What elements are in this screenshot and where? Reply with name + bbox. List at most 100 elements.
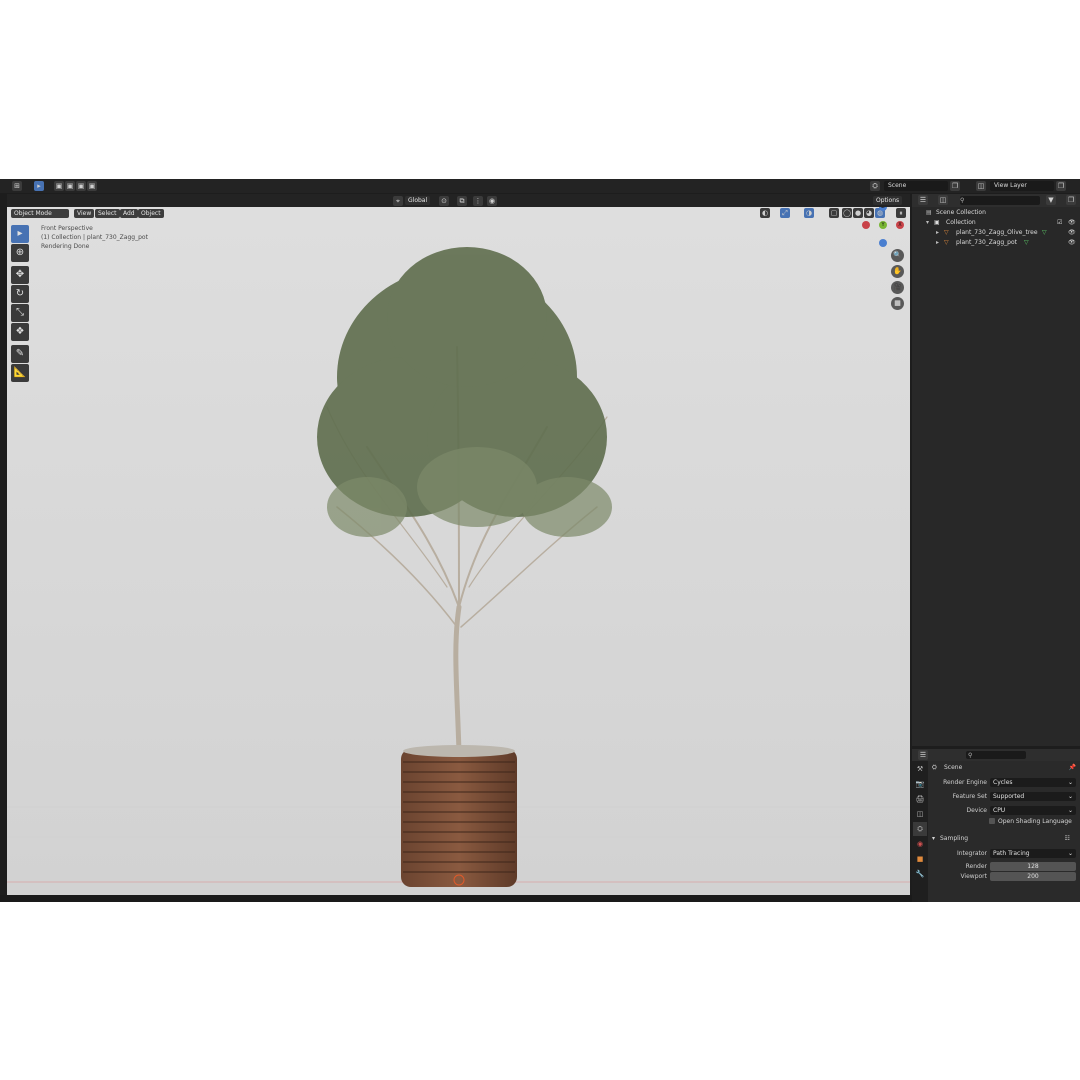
tool-shelf: ▸ ⊕ ✥ ↻ ⤡ ❖ ✎ 📐 bbox=[11, 225, 31, 383]
properties-search-input[interactable]: ⚲ bbox=[966, 751, 1026, 759]
render-tab-icon[interactable]: 📷 bbox=[913, 777, 927, 791]
camera-view-icon[interactable]: 🎥 bbox=[891, 281, 904, 294]
view-layer-field[interactable]: View Layer bbox=[990, 181, 1054, 191]
options-dropdown[interactable]: Options bbox=[873, 196, 903, 205]
view-layer-tab-icon[interactable]: ◫ bbox=[913, 807, 927, 821]
transform-orientation-icon[interactable]: ⌖ bbox=[393, 196, 403, 206]
eye-icon[interactable]: 👁 bbox=[1068, 228, 1076, 238]
integrator-value: Path Tracing bbox=[993, 850, 1030, 857]
outliner-collection[interactable]: ▾ ▣ Collection ☑ 👁 bbox=[912, 218, 1080, 228]
editor-type-icon[interactable]: ⊞ bbox=[12, 181, 22, 191]
eye-icon[interactable]: 👁 bbox=[1068, 218, 1076, 228]
device-value: CPU bbox=[993, 807, 1006, 814]
expand-arrow-icon[interactable]: ▾ bbox=[926, 218, 929, 228]
modifier-tab-icon[interactable]: 🔧 bbox=[913, 867, 927, 881]
sampling-panel-header[interactable]: ▾ Sampling ☷ bbox=[928, 833, 1076, 844]
collection-icon: ▤ bbox=[926, 209, 932, 216]
select-box-icon[interactable]: ▸ bbox=[34, 181, 44, 191]
osl-checkbox[interactable] bbox=[989, 818, 995, 824]
3d-viewport[interactable]: Object Mode View Select Add Object ◐ ⤢ ◑… bbox=[7, 207, 910, 895]
outliner-object-row[interactable]: ▸ ▽ plant_730_Zagg_Olive_tree ▽ 👁 bbox=[912, 228, 1080, 238]
properties-editor-icon[interactable]: ☰ bbox=[918, 750, 928, 760]
overlay-icon[interactable]: ◑ bbox=[804, 208, 814, 218]
expand-arrow-icon[interactable]: ▸ bbox=[936, 228, 939, 238]
osl-row[interactable]: Open Shading Language bbox=[930, 816, 1078, 827]
axis-x-neg-icon[interactable] bbox=[862, 221, 870, 229]
menu-view[interactable]: View bbox=[74, 209, 95, 218]
new-view-layer-icon[interactable]: ❐ bbox=[1056, 181, 1066, 191]
select-mode-subtract-icon[interactable]: ▣ bbox=[76, 181, 86, 191]
material-shading-icon[interactable]: ◕ bbox=[864, 208, 874, 218]
rotate-tool-icon[interactable]: ↻ bbox=[11, 285, 29, 303]
transform-tool-icon[interactable]: ❖ bbox=[11, 323, 29, 341]
viewport-samples-field[interactable]: 200 bbox=[990, 872, 1076, 881]
new-collection-icon[interactable]: ❐ bbox=[1066, 195, 1076, 205]
snap-icon[interactable]: ⧉ bbox=[457, 196, 467, 206]
feature-set-dropdown[interactable]: Supported ⌄ bbox=[990, 792, 1076, 801]
cursor-tool-icon[interactable]: ⊕ bbox=[11, 244, 29, 262]
outliner-scene-collection[interactable]: ▤ Scene Collection bbox=[912, 208, 1080, 218]
scene-field[interactable]: Scene bbox=[884, 181, 948, 191]
measure-tool-icon[interactable]: 📐 bbox=[11, 364, 29, 382]
pivot-icon[interactable]: ⊙ bbox=[439, 196, 449, 206]
snap-target-icon[interactable]: ⋮ bbox=[473, 196, 483, 206]
expand-arrow-icon[interactable]: ▸ bbox=[936, 238, 939, 248]
search-icon: ⚲ bbox=[968, 752, 973, 759]
move-tool-icon[interactable]: ✥ bbox=[11, 266, 29, 284]
collection-icon: ▣ bbox=[934, 219, 940, 226]
device-row: Device CPU ⌄ bbox=[930, 805, 1078, 816]
scale-tool-icon[interactable]: ⤡ bbox=[11, 304, 29, 322]
gizmo-icon[interactable]: ⤢ bbox=[780, 208, 790, 218]
select-mode-new-icon[interactable]: ▣ bbox=[54, 181, 64, 191]
output-tab-icon[interactable]: 🖨 bbox=[913, 792, 927, 806]
render-engine-dropdown[interactable]: Cycles ⌄ bbox=[990, 778, 1076, 787]
menu-select[interactable]: Select bbox=[95, 209, 120, 218]
scene-tab-icon[interactable]: ⛭ bbox=[913, 822, 927, 836]
render-samples-field[interactable]: 128 bbox=[990, 862, 1076, 871]
axis-x-icon[interactable]: X bbox=[896, 221, 904, 229]
transform-orientation-dropdown[interactable]: Global bbox=[405, 196, 431, 205]
proportional-edit-icon[interactable]: ◉ bbox=[487, 196, 497, 206]
outliner-search-input[interactable]: ⚲ bbox=[960, 196, 1040, 205]
scene-icon[interactable]: ⛭ bbox=[870, 181, 880, 191]
perspective-toggle-icon[interactable]: ▦ bbox=[891, 297, 904, 310]
solid-shading-icon[interactable]: ● bbox=[853, 208, 863, 218]
view-layer-icon[interactable]: ◫ bbox=[976, 181, 986, 191]
filter-icon[interactable]: ▼ bbox=[1046, 195, 1056, 205]
mesh-object-icon: ▽ bbox=[944, 239, 949, 246]
eye-icon[interactable]: 👁 bbox=[1068, 238, 1076, 248]
menu-object[interactable]: Object bbox=[138, 209, 164, 218]
expand-arrow-icon[interactable]: ▾ bbox=[932, 833, 935, 844]
outliner-object-row[interactable]: ▸ ▽ plant_730_Zagg_pot ▽ 👁 bbox=[912, 238, 1080, 248]
outliner-editor-icon[interactable]: ☰ bbox=[918, 195, 928, 205]
display-mode-icon[interactable]: ◫ bbox=[938, 195, 948, 205]
visibility-icon[interactable]: ◐ bbox=[760, 208, 770, 218]
object-tab-icon[interactable]: ■ bbox=[913, 852, 927, 866]
world-tab-icon[interactable]: ◉ bbox=[913, 837, 927, 851]
mode-dropdown[interactable]: Object Mode bbox=[11, 209, 69, 218]
integrator-dropdown[interactable]: Path Tracing ⌄ bbox=[990, 849, 1076, 858]
chevron-down-icon: ⌄ bbox=[1067, 779, 1073, 786]
pause-render-icon[interactable]: ⏸ bbox=[896, 208, 906, 218]
select-tool-icon[interactable]: ▸ bbox=[11, 225, 29, 243]
sampling-label: Sampling bbox=[940, 835, 969, 842]
select-mode-invert-icon[interactable]: ▣ bbox=[87, 181, 97, 191]
context-row: ⛭ Scene 📌 bbox=[930, 762, 1078, 773]
xray-icon[interactable]: ▢ bbox=[829, 208, 839, 218]
axis-y-icon[interactable]: Y bbox=[879, 221, 887, 229]
tool-tab-icon[interactable]: ⚒ bbox=[913, 762, 927, 776]
pan-hand-icon[interactable]: ✋ bbox=[891, 265, 904, 278]
outliner-panel: ☰ ◫ ⚲ ▼ ❐ ▤ Scene Collection ▾ ▣ Collect… bbox=[912, 194, 1080, 746]
zoom-icon[interactable]: 🔍 bbox=[891, 249, 904, 262]
new-scene-icon[interactable]: ❐ bbox=[950, 181, 960, 191]
list-presets-icon[interactable]: ☷ bbox=[1065, 833, 1070, 844]
wireframe-shading-icon[interactable]: ◯ bbox=[842, 208, 852, 218]
device-dropdown[interactable]: CPU ⌄ bbox=[990, 806, 1076, 815]
pin-icon[interactable]: 📌 bbox=[1069, 762, 1076, 773]
render-engine-value: Cycles bbox=[993, 779, 1013, 786]
axis-z-neg-icon[interactable] bbox=[879, 239, 887, 247]
select-mode-extend-icon[interactable]: ▣ bbox=[65, 181, 75, 191]
annotate-tool-icon[interactable]: ✎ bbox=[11, 345, 29, 363]
checkbox-icon[interactable]: ☑ bbox=[1057, 218, 1062, 228]
menu-add[interactable]: Add bbox=[120, 209, 138, 218]
